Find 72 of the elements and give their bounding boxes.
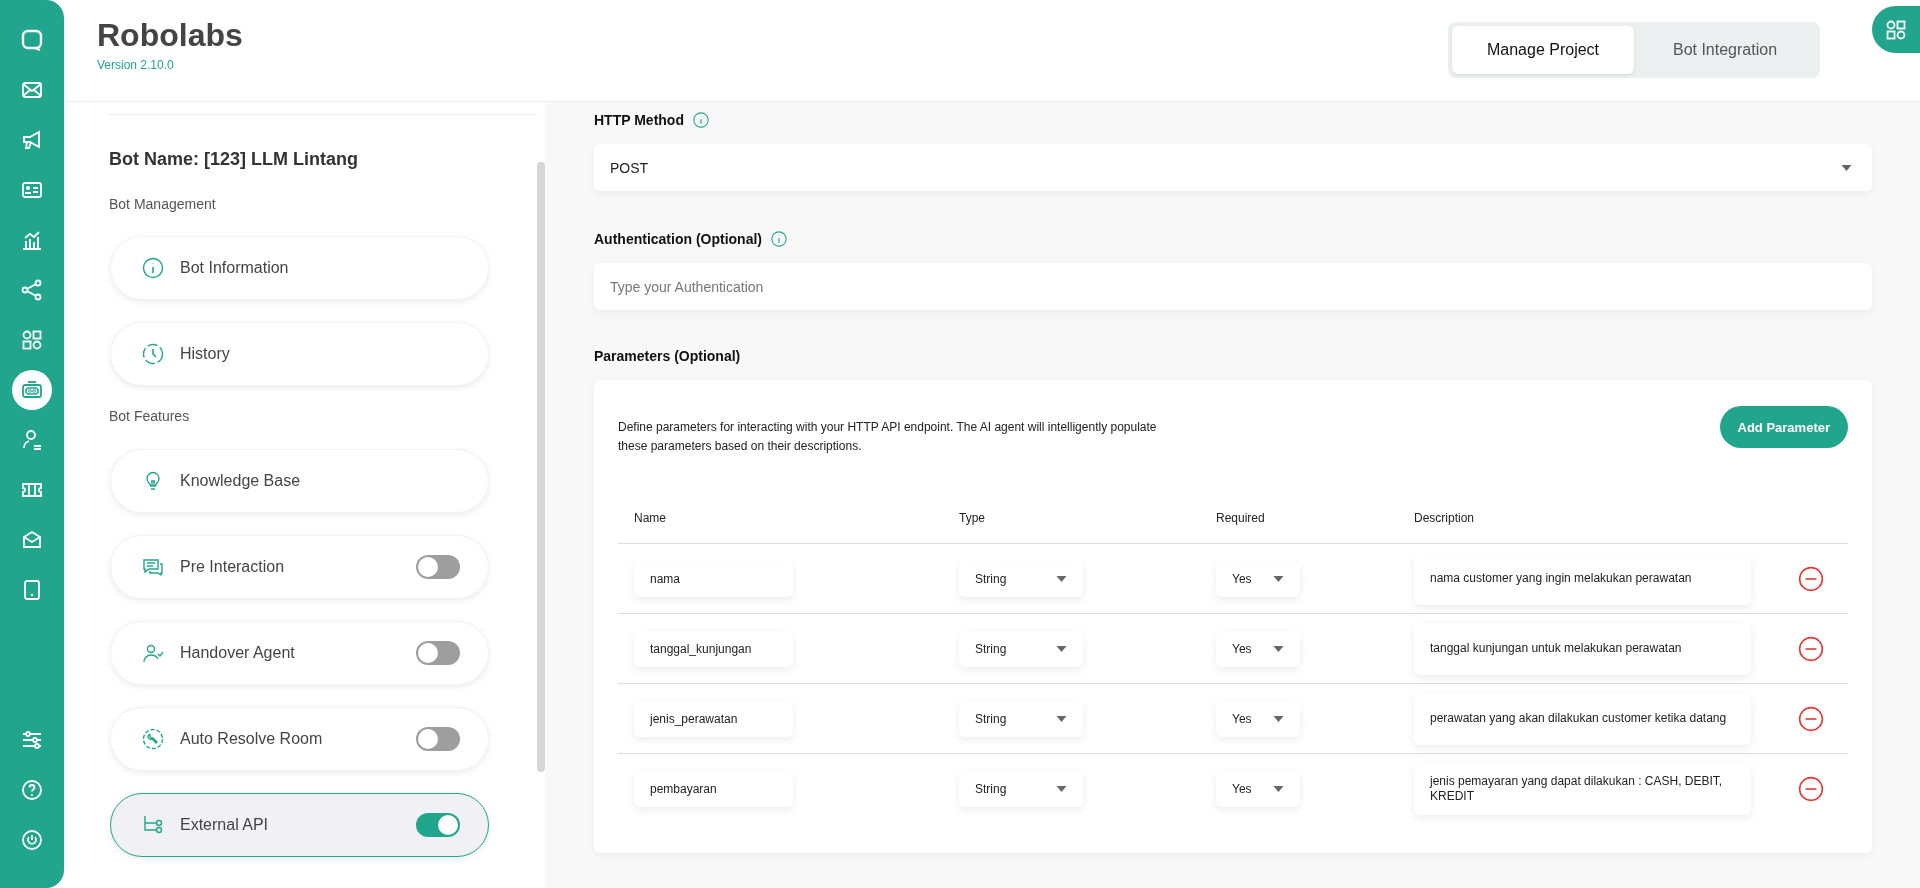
- name-field[interactable]: jenis_perawatan: [634, 700, 793, 737]
- caret-icon: [1273, 645, 1284, 652]
- caret-icon: [1273, 715, 1284, 722]
- info-icon[interactable]: [691, 111, 710, 129]
- caret-icon: [1273, 785, 1284, 792]
- menu-item-label: Knowledge Base: [180, 472, 302, 490]
- robot-icon[interactable]: [12, 370, 52, 410]
- menu-item[interactable]: Auto Resolve Room: [110, 707, 489, 771]
- caret-icon: [1056, 645, 1067, 652]
- column-header: Description: [1413, 511, 1476, 526]
- scrollbar[interactable]: [537, 162, 545, 772]
- description-field[interactable]: perawatan yang akan dilakukan customer ketika datang: [1414, 692, 1751, 745]
- menu-item-label: Auto Resolve Room: [180, 730, 324, 748]
- field-label: Authentication (Optional): [594, 231, 762, 247]
- section-title: Bot Features: [109, 408, 191, 424]
- remove-icon[interactable]: [1798, 775, 1824, 802]
- parameters-description: Define parameters for interacting with your HTTP API endpoint. The AI agent will intelligently populate these parameters based on their descriptions.: [618, 419, 1158, 455]
- menu-item-label: Handover Agent: [180, 644, 296, 662]
- menu-item[interactable]: Pre Interaction: [110, 535, 489, 599]
- menu-item[interactable]: History: [110, 322, 489, 386]
- menu-item[interactable]: External API: [110, 793, 489, 857]
- tab[interactable]: Manage Project: [1452, 25, 1634, 74]
- name-field[interactable]: pembayaran: [634, 770, 793, 807]
- caret-icon: [1056, 785, 1067, 792]
- column-header: Name: [633, 511, 667, 526]
- menu-item-label: History: [180, 345, 231, 363]
- description-field[interactable]: jenis pemayaran yang dapat dilakukan : CASH, DEBIT, KREDIT: [1414, 762, 1751, 815]
- menu-item[interactable]: Knowledge Base: [110, 449, 489, 513]
- type-select[interactable]: String: [959, 700, 1083, 737]
- field-label: HTTP Method: [594, 112, 684, 128]
- section-title: Bot Management: [109, 196, 217, 212]
- required-select[interactable]: Yes: [1216, 630, 1300, 667]
- info-icon[interactable]: [770, 230, 788, 248]
- remove-icon[interactable]: [1798, 705, 1824, 732]
- field-label: Parameters (Optional): [594, 348, 741, 364]
- app-title: Robolabs: [97, 17, 243, 54]
- menu-item[interactable]: Bot Information: [110, 236, 489, 300]
- type-select[interactable]: String: [959, 560, 1083, 597]
- description-field[interactable]: tanggal kunjungan untuk melakukan perawatan: [1414, 622, 1751, 675]
- toggle-switch[interactable]: [416, 813, 460, 837]
- method-select[interactable]: POST: [594, 144, 1872, 191]
- description-field[interactable]: nama customer yang ingin melakukan perawatan: [1414, 552, 1751, 605]
- version-label: Version 2.10.0: [97, 58, 175, 72]
- column-header: Type: [958, 511, 986, 526]
- remove-icon[interactable]: [1798, 635, 1824, 662]
- remove-icon[interactable]: [1798, 565, 1824, 592]
- toggle-switch[interactable]: [416, 641, 460, 665]
- caret-icon: [1056, 575, 1067, 582]
- name-field[interactable]: tanggal_kunjungan: [634, 630, 793, 667]
- apps-button[interactable]: [1872, 6, 1920, 53]
- caret-icon: [1841, 164, 1852, 171]
- name-field[interactable]: nama: [634, 560, 793, 597]
- menu-item-label: Pre Interaction: [180, 558, 286, 576]
- info-icon: [141, 256, 165, 280]
- toggle-switch[interactable]: [416, 727, 460, 751]
- type-select[interactable]: String: [959, 630, 1083, 667]
- bot-name: Bot Name: [123] LLM Lintang: [109, 149, 359, 170]
- toggle-switch[interactable]: [416, 555, 460, 579]
- required-select[interactable]: Yes: [1216, 700, 1300, 737]
- menu-item-label: Bot Information: [180, 259, 290, 277]
- caret-icon: [1056, 715, 1067, 722]
- wrench-icon: [141, 727, 165, 751]
- clock-icon: [141, 342, 165, 366]
- tab[interactable]: Bot Integration: [1634, 25, 1816, 74]
- menu-item[interactable]: Handover Agent: [110, 621, 489, 685]
- required-select[interactable]: Yes: [1216, 560, 1300, 597]
- authentication-field[interactable]: Type your Authentication: [594, 263, 1872, 310]
- caret-icon: [1273, 575, 1284, 582]
- column-header: Required: [1215, 511, 1266, 526]
- type-select[interactable]: String: [959, 770, 1083, 807]
- menu-item-label: External API: [180, 816, 270, 834]
- required-select[interactable]: Yes: [1216, 770, 1300, 807]
